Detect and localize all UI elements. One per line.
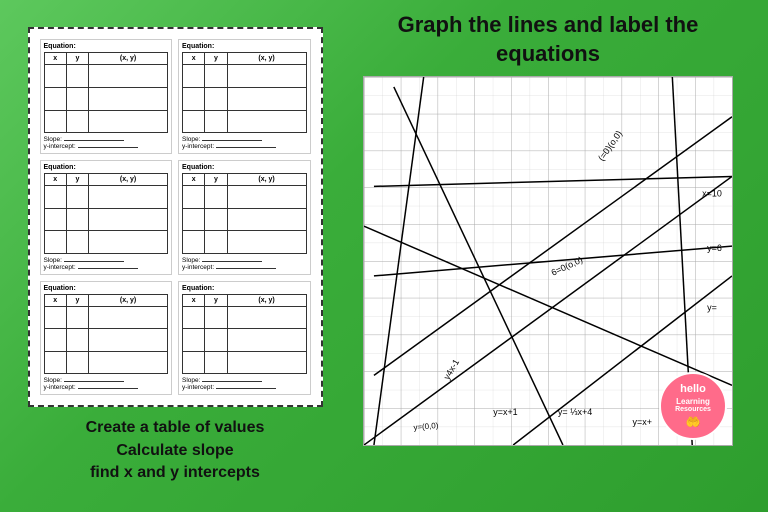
- equation-block-5: Equation: x y (x, y) Slope: y-interc: [40, 281, 173, 396]
- slope-intercept-1: Slope: y-intercept:: [44, 136, 169, 150]
- equation-block-4: Equation: x y (x, y) Slope: y-interc: [178, 160, 311, 275]
- eq-table-2: x y (x, y): [182, 52, 307, 133]
- eq-label-1: Equation:: [44, 43, 169, 50]
- hello-text: hello: [680, 383, 706, 396]
- svg-text:x=10: x=10: [702, 189, 722, 199]
- eq-label-3: Equation:: [44, 164, 169, 171]
- eq-label-5: Equation:: [44, 285, 169, 292]
- graph-image: (=0)(o,0) x=10 y=6 y= 6=0(o,0) y4x-1 y=x…: [363, 76, 733, 446]
- col-xy-1: (x, y): [89, 53, 168, 65]
- col-y-1: y: [66, 53, 88, 65]
- resources-text: Resources: [675, 406, 711, 414]
- eq-table-4: x y (x, y): [182, 173, 307, 254]
- equation-block-6: Equation: x y (x, y) Slope: y-interc: [178, 281, 311, 396]
- svg-text:y= ⅓x+4: y= ⅓x+4: [558, 407, 592, 417]
- slope-intercept-6: Slope: y-intercept:: [182, 377, 307, 391]
- caption-line-3: find x and y intercepts: [86, 462, 265, 484]
- slope-intercept-3: Slope: y-intercept:: [44, 257, 169, 271]
- slope-intercept-4: Slope: y-intercept:: [182, 257, 307, 271]
- svg-text:y=x+1: y=x+1: [493, 407, 517, 417]
- hello-learning-badge: hello Learning Resources 🤲: [659, 372, 727, 440]
- eq-table-5: x y (x, y): [44, 294, 169, 375]
- eq-table-1: x y (x, y): [44, 52, 169, 133]
- caption: Create a table of values Calculate slope…: [86, 417, 265, 484]
- equation-block-3: Equation: x y (x, y) Slope: y-interc: [40, 160, 173, 275]
- hands-icon: 🤲: [686, 415, 701, 429]
- caption-line-2: Calculate slope: [86, 440, 265, 462]
- eq-label-6: Equation:: [182, 285, 307, 292]
- eq-label-2: Equation:: [182, 43, 307, 50]
- slope-intercept-2: Slope: y-intercept:: [182, 136, 307, 150]
- equation-block-1: Equation: x y (x, y) Slope: y-interc: [40, 39, 173, 154]
- eq-label-4: Equation:: [182, 164, 307, 171]
- right-panel: Graph the lines and label the equations: [348, 11, 748, 501]
- graph-title: Graph the lines and label the equations: [348, 11, 748, 68]
- col-x-1: x: [44, 53, 66, 65]
- slope-intercept-5: Slope: y-intercept:: [44, 377, 169, 391]
- left-panel: Equation: x y (x, y) Slope: y-interc: [20, 27, 330, 484]
- eq-table-6: x y (x, y): [182, 294, 307, 375]
- svg-text:y=x+: y=x+: [633, 417, 652, 427]
- caption-line-1: Create a table of values: [86, 417, 265, 439]
- svg-text:y=: y=: [707, 303, 717, 313]
- equation-block-2: Equation: x y (x, y) Slope: y-interc: [178, 39, 311, 154]
- eq-table-3: x y (x, y): [44, 173, 169, 254]
- worksheet: Equation: x y (x, y) Slope: y-interc: [28, 27, 323, 407]
- svg-text:y=6: y=6: [707, 243, 722, 253]
- learning-text: Learning: [676, 397, 710, 407]
